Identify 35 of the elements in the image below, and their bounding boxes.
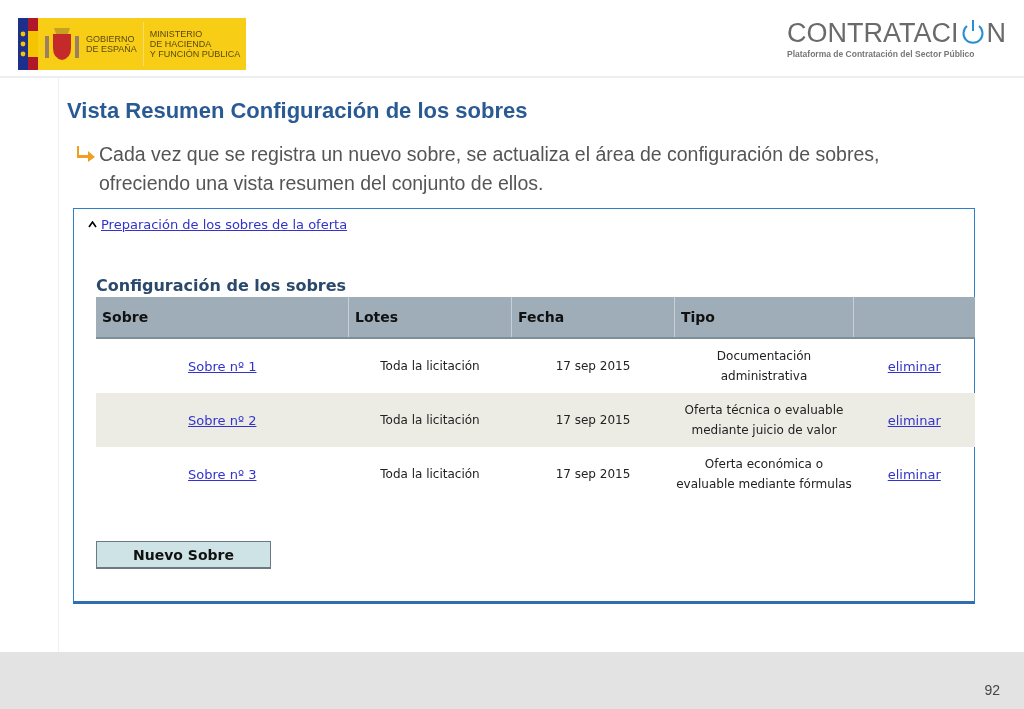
column-header: Fecha: [511, 297, 675, 338]
brand-name: CONTRATACI: [787, 18, 959, 48]
logo-text: DE ESPAÑA: [86, 44, 137, 54]
logo-text: DE HACIENDA: [149, 39, 213, 49]
section-heading: Configuración de los sobres: [96, 276, 348, 295]
flag-stars-drawing: [18, 18, 38, 70]
slide-title: Vista Resumen Configuración de los sobres: [67, 98, 529, 124]
bullet-text: Cada vez que se registra un nuevo sobre, se actualiza el área de configuración de sobres, ofreciendo una vista resumen del conjunto de ellos.: [99, 142, 881, 196]
delete-link[interactable]: eliminar: [887, 412, 941, 428]
table-cell: Toda la licitación: [348, 393, 512, 447]
table-cell: Toda la licitación: [348, 338, 512, 393]
brand-name: N: [986, 18, 1006, 48]
column-header: Lotes: [348, 297, 512, 338]
table-cell: 17 sep 2015: [511, 447, 675, 501]
table-cell: Toda la licitación: [348, 447, 512, 501]
table-cell: Documentación administrativa: [674, 338, 854, 393]
logo-text: GOBIERNO: [86, 34, 136, 44]
delete-link[interactable]: eliminar: [887, 358, 941, 374]
arrow-icon: [77, 146, 95, 162]
section-link[interactable]: Preparación de los sobres de la oferta: [101, 217, 348, 232]
column-header: Tipo: [674, 297, 854, 338]
table-cell: Oferta técnica o evaluable mediante juicio de valor: [674, 393, 854, 447]
brand-subtitle: Plataforma de Contratación del Sector Público: [787, 49, 975, 59]
envelope-link[interactable]: Sobre nº 2: [188, 412, 257, 428]
table-cell: 17 sep 2015: [511, 338, 675, 393]
logo-text: Y FUNCIÓN PÚBLICA: [149, 49, 241, 59]
table-cell: Oferta económica o evaluable mediante fórmulas: [674, 447, 854, 501]
logo-text: MINISTERIO: [149, 29, 204, 39]
envelope-link[interactable]: Sobre nº 1: [188, 358, 257, 374]
table-cell: 17 sep 2015: [511, 393, 675, 447]
page-number: 92: [984, 681, 1000, 698]
new-envelope-button[interactable]: Nuevo Sobre: [96, 541, 271, 569]
envelope-link[interactable]: Sobre nº 3: [188, 466, 257, 482]
delete-link[interactable]: eliminar: [887, 466, 941, 482]
column-header: Sobre: [96, 297, 349, 338]
